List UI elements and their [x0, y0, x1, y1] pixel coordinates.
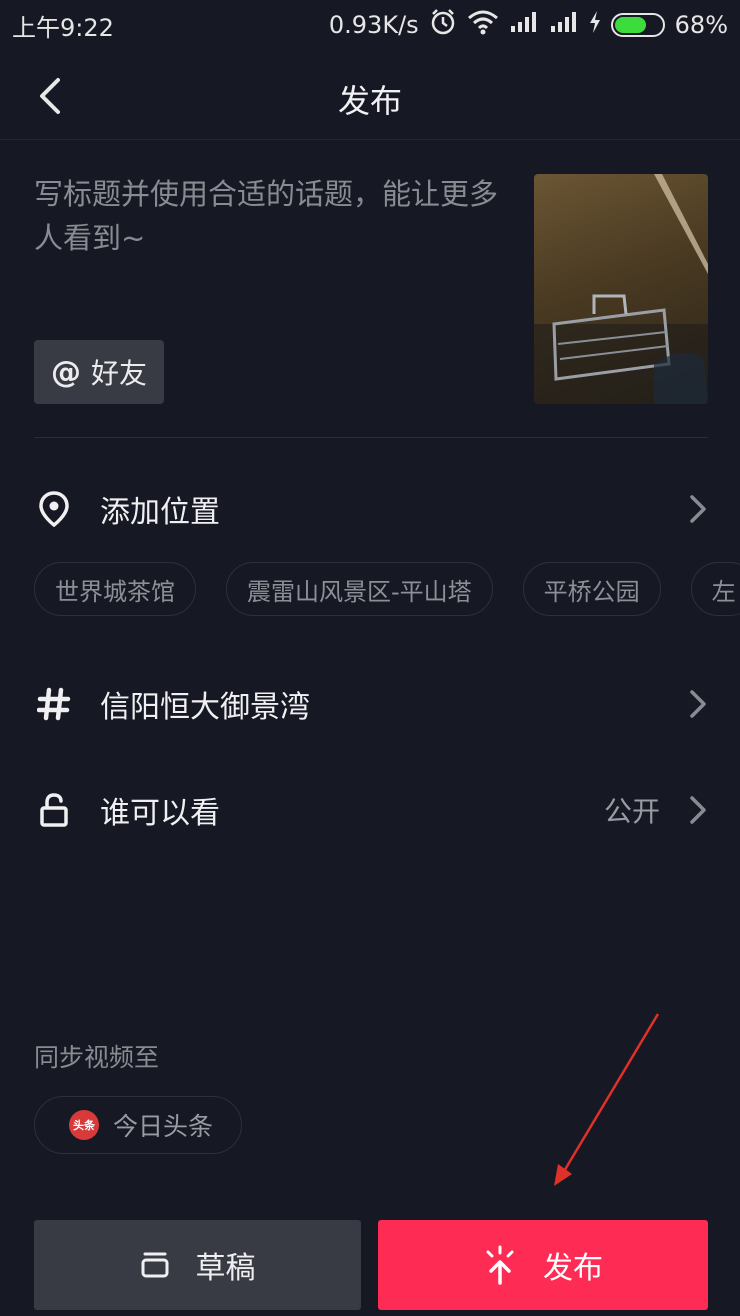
divider — [34, 437, 708, 438]
toutiao-logo-icon: 头条 — [69, 1110, 99, 1140]
location-pin-icon — [34, 489, 74, 529]
location-suggestions: 世界城茶馆 震雷山风景区-平山塔 平桥公园左 — [34, 562, 740, 618]
chevron-right-icon — [686, 492, 710, 526]
header: 发布 — [0, 50, 740, 140]
annotation-arrow — [554, 1013, 660, 1186]
thumbnail-image — [534, 174, 708, 404]
topic-row[interactable]: 信阳恒大御景湾 — [0, 669, 740, 739]
battery-level — [614, 17, 646, 33]
visibility-label: 谁可以看 — [100, 796, 220, 831]
network-speed: 0.93K/s — [328, 11, 419, 39]
sync-toutiao-toggle[interactable]: 头条 今日头条 — [34, 1096, 242, 1154]
publish-label: 发布 — [543, 1251, 603, 1286]
draft-button[interactable]: 草稿 — [34, 1220, 361, 1310]
location-label: 添加位置 — [100, 495, 220, 530]
signal-icon-2 — [549, 10, 579, 40]
location-chip[interactable]: 世界城茶馆 — [34, 562, 196, 616]
visibility-row[interactable]: 谁可以看 公开 — [0, 775, 740, 845]
publish-button[interactable]: 发布 — [378, 1220, 708, 1310]
mention-label: 好友 — [90, 357, 147, 390]
sync-target-label: 今日头条 — [113, 1112, 214, 1141]
status-time: 上午9:22 — [12, 13, 114, 42]
at-icon: @ — [50, 354, 81, 390]
charging-icon — [589, 11, 601, 39]
location-chip[interactable]: 平桥公园 — [522, 562, 661, 616]
page-title: 发布 — [337, 82, 402, 120]
signal-icon — [509, 10, 539, 40]
publish-upload-icon — [486, 1245, 514, 1285]
location-chip[interactable]: 震雷山风景区-平山塔 — [226, 562, 493, 616]
battery-percent: 68% — [674, 11, 728, 39]
location-chip[interactable]: 左 — [690, 562, 740, 616]
draft-box-icon — [141, 1252, 168, 1278]
mention-friend-button[interactable]: @ 好友 — [34, 340, 164, 404]
unlock-icon — [34, 790, 74, 830]
wifi-icon — [467, 9, 499, 41]
hashtag-icon — [34, 684, 74, 724]
chevron-right-icon — [686, 793, 710, 827]
topic-label: 信阳恒大御景湾 — [100, 690, 310, 725]
alarm-icon — [429, 8, 457, 42]
sync-label: 同步视频至 — [34, 1043, 160, 1072]
battery-icon — [610, 13, 665, 37]
add-location-row[interactable]: 添加位置 — [0, 474, 740, 544]
visibility-value: 公开 — [603, 795, 660, 828]
status-bar: 上午9:22 0.93K/s 68% — [0, 0, 740, 50]
chevron-right-icon — [686, 687, 710, 721]
status-indicators: 0.93K/s 68% — [329, 8, 728, 42]
video-thumbnail[interactable] — [534, 174, 708, 404]
draft-label: 草稿 — [195, 1251, 256, 1286]
caption-input[interactable]: 写标题并使用合适的话题，能让更多人看到~ — [34, 172, 504, 260]
